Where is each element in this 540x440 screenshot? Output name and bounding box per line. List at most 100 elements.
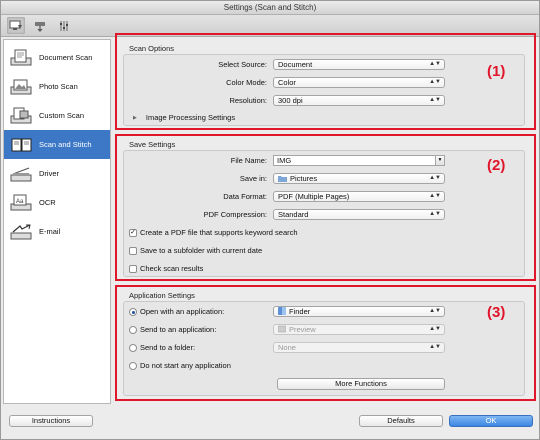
file-name-combo[interactable]: IMG ▼ (273, 155, 445, 166)
tab-general-settings[interactable] (55, 17, 73, 34)
save-in-popup[interactable]: Pictures ▲▼ (273, 173, 445, 184)
pdf-compression-label: PDF Compression: (203, 210, 267, 219)
open-app-radio[interactable]: Open with an application: (129, 307, 224, 316)
save-in-value: Pictures (290, 174, 318, 183)
send-app-radio[interactable]: Send to an application: (129, 325, 216, 334)
scan-from-computer-icon (9, 20, 22, 30)
send-folder-value: None (278, 343, 296, 352)
keyword-search-label: Create a PDF file that supports keyword … (140, 228, 298, 237)
checkbox-checked-icon: ✓ (129, 228, 137, 237)
no-app-label: Do not start any application (140, 361, 231, 370)
open-app-value: Finder (289, 307, 311, 316)
finder-icon (278, 307, 286, 317)
sidebar-item-label: Driver (39, 169, 59, 178)
pdf-compression-value: Standard (278, 210, 309, 219)
window-title: Settings (Scan and Stitch) (223, 3, 317, 12)
checkbox-unchecked-icon (129, 264, 137, 273)
ok-button[interactable]: OK (449, 415, 533, 427)
send-folder-popup[interactable]: None ▲▼ (273, 342, 445, 353)
send-app-popup[interactable]: Preview ▲▼ (273, 324, 445, 335)
select-source-popup[interactable]: Document ▲▼ (273, 59, 445, 70)
sidebar-item-label: Document Scan (39, 53, 93, 62)
sidebar-item-driver[interactable]: Driver (4, 159, 110, 188)
more-functions-button[interactable]: More Functions (277, 378, 445, 390)
sidebar-item-ocr[interactable]: Aa OCR (4, 188, 110, 217)
section-number-3: (3) (487, 304, 506, 321)
popup-arrows-icon: ▲▼ (429, 344, 441, 350)
preview-icon (277, 325, 287, 335)
disclosure-triangle-icon: ▶ (133, 114, 137, 121)
keyword-search-checkbox[interactable]: ✓ Create a PDF file that supports keyword… (129, 228, 298, 237)
send-folder-radio[interactable]: Send to a folder: (129, 343, 195, 352)
section-number-2: (2) (487, 157, 506, 174)
main-panel: Scan Options Select Source: Document ▲▼ C… (113, 33, 537, 404)
sidebar-item-email[interactable]: E-mail (4, 217, 110, 246)
resolution-popup[interactable]: 300 dpi ▲▼ (273, 95, 445, 106)
check-results-checkbox[interactable]: Check scan results (129, 264, 203, 273)
subfolder-checkbox[interactable]: Save to a subfolder with current date (129, 246, 262, 255)
sidebar-item-custom-scan[interactable]: Custom Scan (4, 101, 110, 130)
sidebar-item-scan-and-stitch[interactable]: Scan and Stitch (4, 130, 110, 159)
save-in-label: Save in: (239, 174, 267, 183)
title-bar[interactable]: Settings (Scan and Stitch) (1, 1, 539, 15)
check-results-label: Check scan results (140, 264, 204, 273)
photo-scan-icon (9, 77, 35, 97)
select-source-value: Document (278, 60, 313, 69)
tab-scan-from-computer[interactable] (7, 17, 25, 34)
popup-arrows-icon: ▲▼ (429, 61, 441, 67)
sidebar-item-label: E-mail (39, 227, 61, 236)
custom-scan-icon (9, 106, 35, 126)
data-format-popup[interactable]: PDF (Multiple Pages) ▲▼ (273, 191, 445, 202)
file-name-value: IMG (277, 156, 292, 165)
open-app-label: Open with an application: (140, 307, 225, 316)
sidebar: Document Scan Photo Scan Custom Scan Sca… (3, 39, 111, 404)
application-settings-title: Application Settings (129, 291, 195, 300)
general-settings-icon (60, 20, 68, 31)
popup-arrows-icon: ▲▼ (429, 175, 441, 181)
radio-unselected-icon (129, 343, 137, 352)
subfolder-label: Save to a subfolder with current date (140, 246, 263, 255)
send-app-label: Send to an application: (140, 325, 217, 334)
pdf-compression-popup[interactable]: Standard ▲▼ (273, 209, 445, 220)
popup-arrows-icon: ▲▼ (429, 308, 441, 314)
image-processing-label: Image Processing Settings (145, 113, 236, 122)
popup-arrows-icon: ▲▼ (429, 326, 441, 332)
checkbox-unchecked-icon (129, 246, 137, 255)
resolution-label: Resolution: (229, 96, 267, 105)
instructions-button[interactable]: Instructions (9, 415, 93, 427)
combo-arrow-icon[interactable]: ▼ (435, 155, 445, 166)
driver-icon (9, 164, 35, 184)
color-mode-popup[interactable]: Color ▲▼ (273, 77, 445, 88)
scan-and-stitch-icon (9, 135, 35, 155)
sidebar-item-label: Scan and Stitch (39, 140, 92, 149)
folder-icon (278, 175, 287, 184)
color-mode-label: Color Mode: (226, 78, 267, 87)
svg-text:Aa: Aa (16, 199, 24, 205)
popup-arrows-icon: ▲▼ (429, 193, 441, 199)
resolution-value: 300 dpi (278, 96, 303, 105)
sidebar-item-photo-scan[interactable]: Photo Scan (4, 72, 110, 101)
radio-unselected-icon (129, 325, 137, 334)
image-processing-disclosure[interactable]: ▶ Image Processing Settings (133, 113, 235, 122)
select-source-label: Select Source: (218, 60, 267, 69)
open-app-popup[interactable]: Finder ▲▼ (273, 306, 445, 317)
document-scan-icon (9, 48, 35, 68)
color-mode-value: Color (278, 78, 296, 87)
send-folder-label: Send to a folder: (140, 343, 196, 352)
ocr-icon: Aa (9, 193, 35, 213)
send-app-value: Preview (289, 325, 316, 334)
data-format-value: PDF (Multiple Pages) (278, 192, 350, 201)
no-app-radio[interactable]: Do not start any application (129, 361, 231, 370)
sidebar-item-label: Photo Scan (39, 82, 78, 91)
popup-arrows-icon: ▲▼ (429, 79, 441, 85)
file-name-label: File Name: (230, 156, 267, 165)
footer-bar: Instructions Defaults OK (1, 406, 539, 439)
scan-options-title: Scan Options (129, 44, 175, 53)
sidebar-item-label: Custom Scan (39, 111, 85, 120)
sidebar-item-document-scan[interactable]: Document Scan (4, 43, 110, 72)
save-settings-title: Save Settings (129, 140, 176, 149)
sidebar-item-label: OCR (39, 198, 56, 207)
defaults-button[interactable]: Defaults (359, 415, 443, 427)
tab-scan-from-operation-panel[interactable] (31, 17, 49, 34)
popup-arrows-icon: ▲▼ (429, 211, 441, 217)
